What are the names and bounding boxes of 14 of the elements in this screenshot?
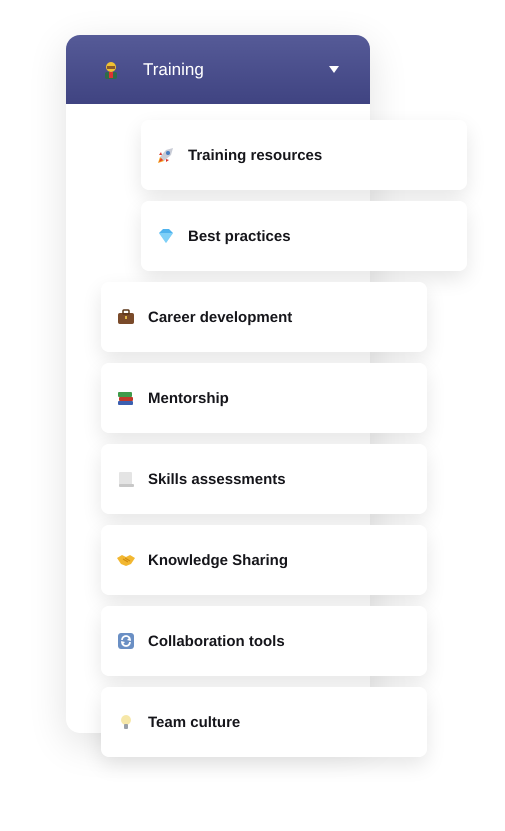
menu-item[interactable]: Best practices [141,201,467,271]
dropdown-title: Training [143,60,205,80]
briefcase-icon [116,307,136,327]
dropdown-header[interactable]: Training [66,35,370,104]
rocket-icon [156,145,176,165]
menu-item[interactable]: Skills assessments [101,444,427,514]
menu-item[interactable]: Training resources [141,120,467,190]
refresh-icon [116,631,136,651]
menu-item[interactable]: Collaboration tools [101,606,427,676]
menu-item[interactable]: Knowledge Sharing [101,525,427,595]
scroll-icon [116,469,136,489]
menu-item[interactable]: Mentorship [101,363,427,433]
menu-item[interactable]: Team culture [101,687,427,757]
menu-item[interactable]: Career development [101,282,427,352]
